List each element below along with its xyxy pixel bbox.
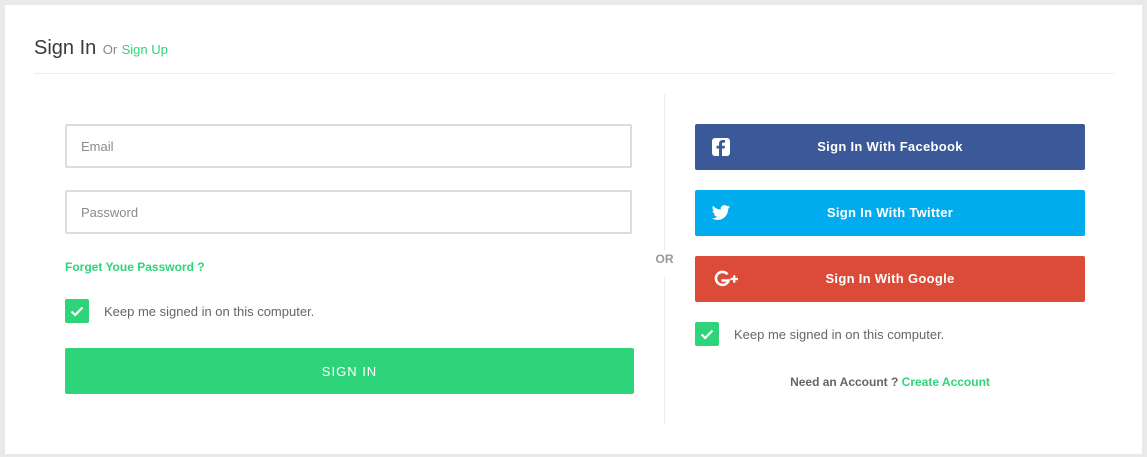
keep-signed-in-label: Keep me signed in on this computer. (104, 303, 315, 319)
social-keep-signed-in-checkbox[interactable] (695, 322, 719, 346)
google-signin-button[interactable]: Sign In With Google (695, 256, 1085, 302)
checkmark-icon (700, 329, 714, 340)
facebook-signin-label: Sign In With Facebook (817, 139, 963, 154)
social-keep-signed-in-label: Keep me signed in on this computer. (734, 326, 945, 342)
password-input[interactable] (65, 190, 632, 234)
twitter-signin-button[interactable]: Sign In With Twitter (695, 190, 1085, 236)
vertical-divider-top (664, 94, 665, 251)
title-row: Sign In Or Sign Up (34, 37, 168, 60)
signup-link[interactable]: Sign Up (122, 42, 168, 57)
forgot-password-link[interactable]: Forget Youe Password ? (65, 260, 205, 274)
need-account-row: Need an Account ? Create Account (695, 375, 1085, 389)
card-header: Sign In Or Sign Up (34, 5, 1115, 74)
keep-signed-in-row[interactable]: Keep me signed in on this computer. (65, 299, 314, 323)
need-account-text: Need an Account ? (790, 375, 899, 389)
keep-signed-in-checkbox[interactable] (65, 299, 89, 323)
email-input[interactable] (65, 124, 632, 168)
title-or-text: Or (102, 42, 118, 57)
checkmark-icon (70, 306, 84, 317)
or-separator: OR (655, 252, 674, 266)
facebook-signin-button[interactable]: Sign In With Facebook (695, 124, 1085, 170)
create-account-link[interactable]: Create Account (902, 375, 990, 389)
vertical-divider-bottom (664, 277, 665, 423)
signin-card: Sign In Or Sign Up Forget Youe Password … (5, 5, 1142, 454)
google-signin-label: Sign In With Google (825, 271, 955, 286)
page-title: Sign In (34, 37, 97, 59)
signin-button[interactable]: SIGN IN (65, 348, 634, 394)
twitter-signin-label: Sign In With Twitter (826, 205, 954, 220)
social-keep-signed-in-row[interactable]: Keep me signed in on this computer. (695, 322, 944, 346)
